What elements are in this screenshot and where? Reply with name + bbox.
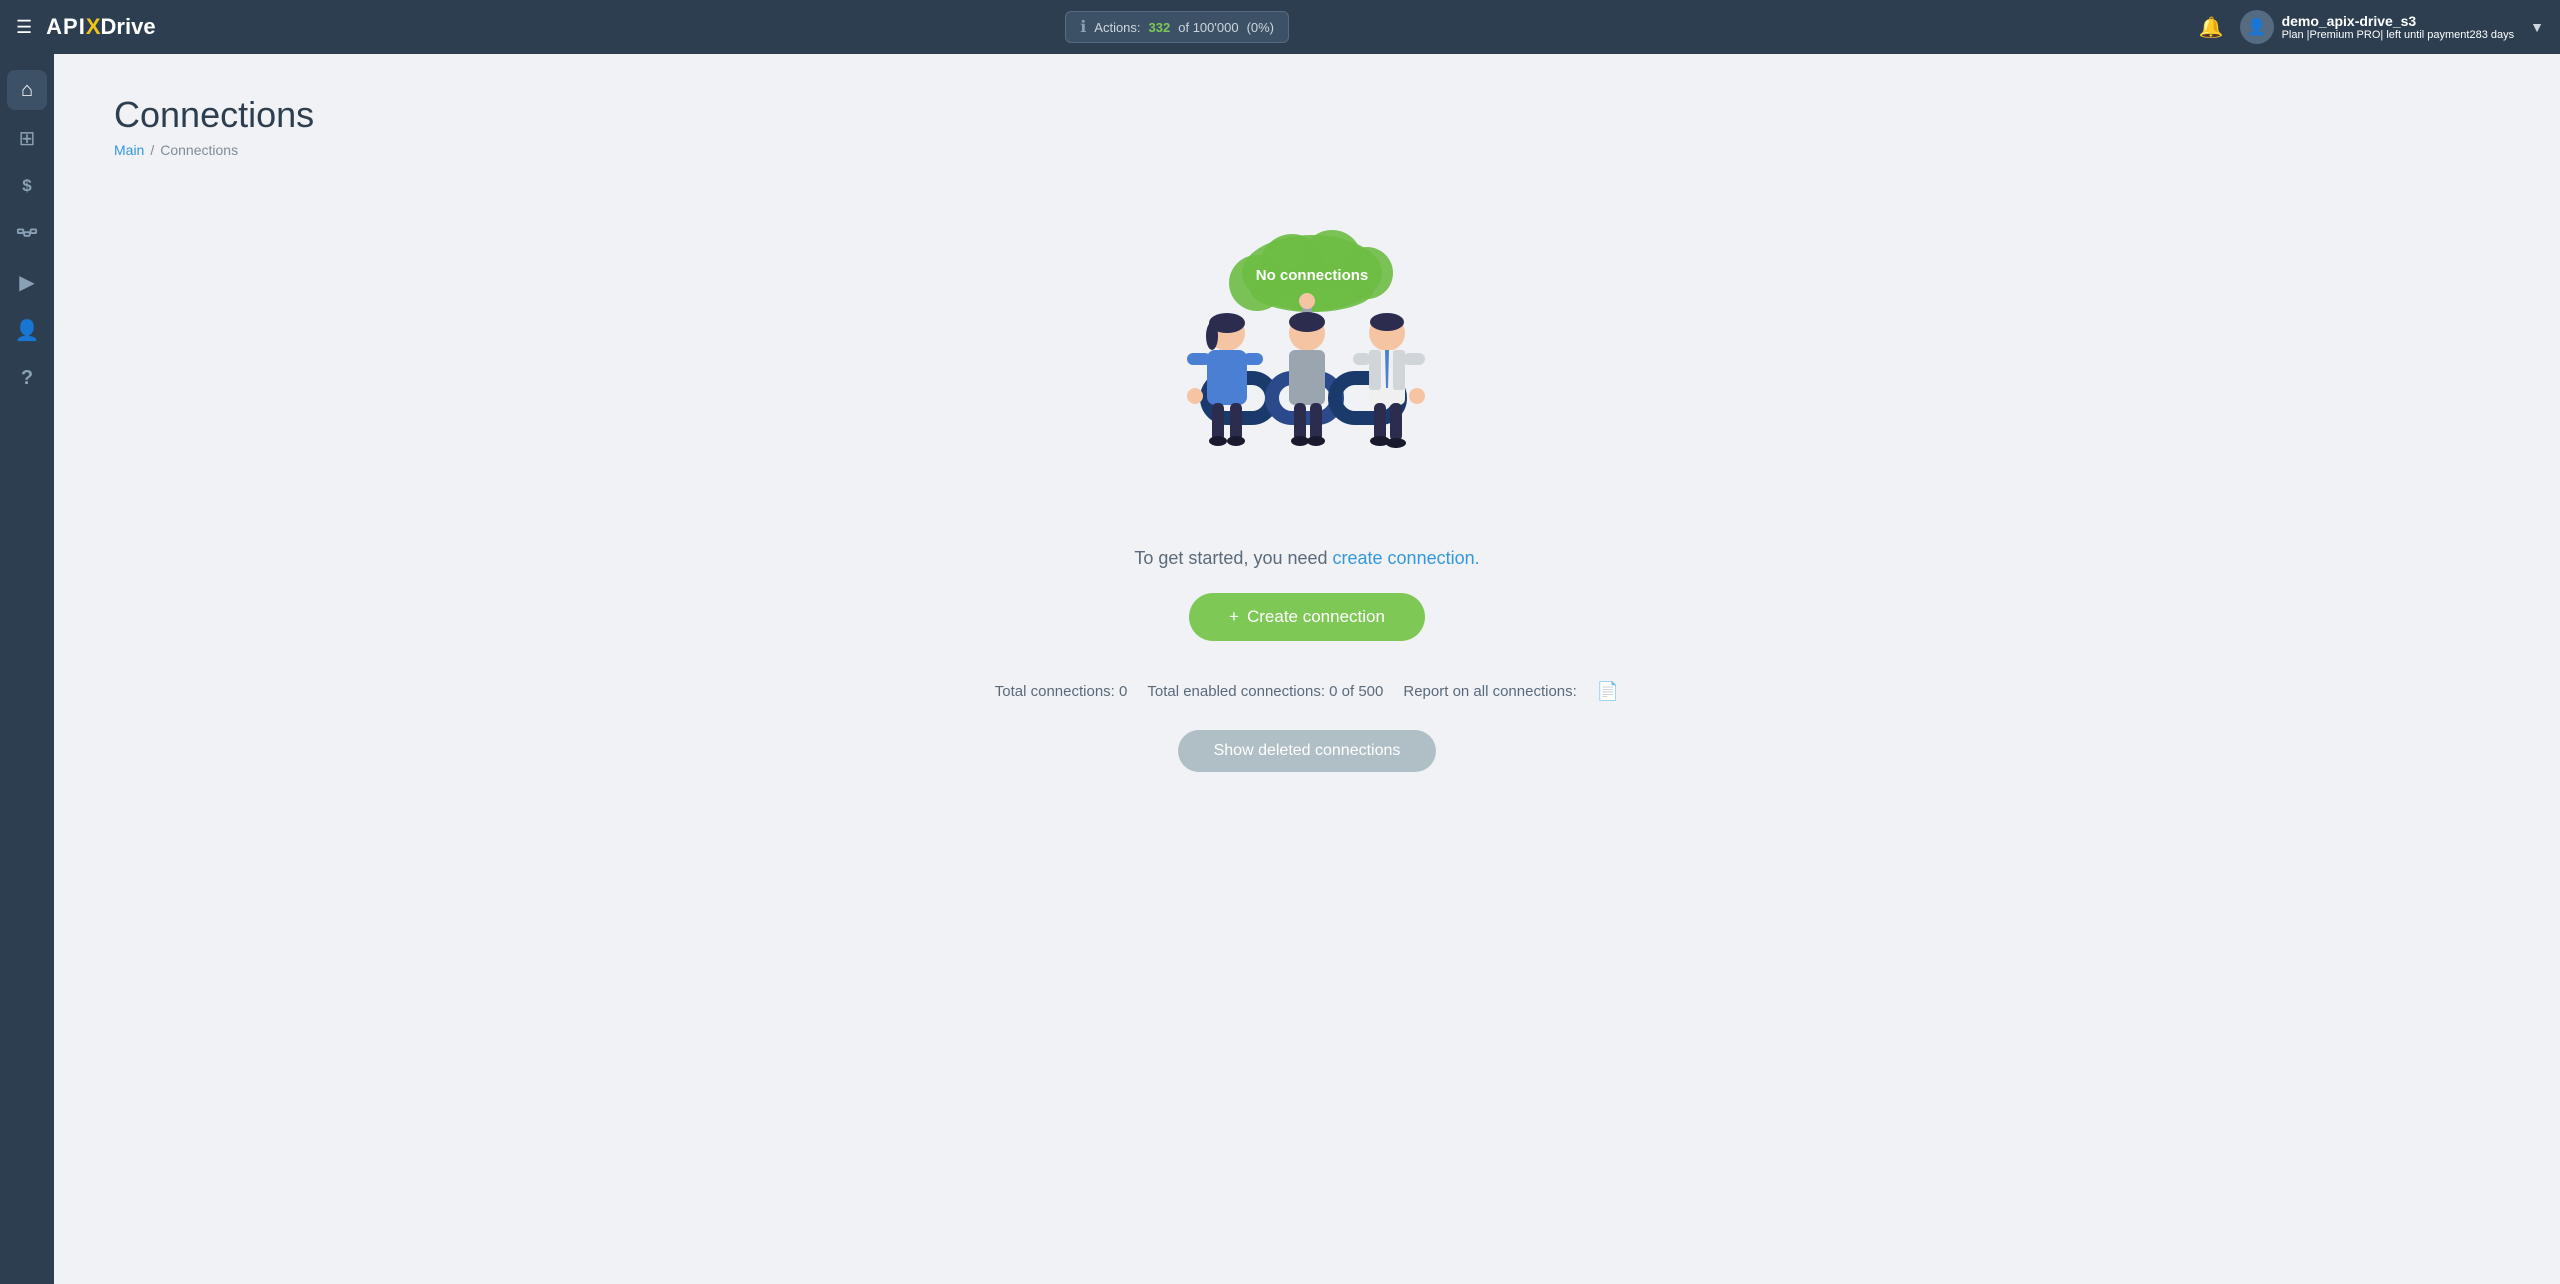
sidebar-item-billing[interactable]: $ (7, 166, 47, 206)
info-icon: ℹ (1080, 17, 1086, 37)
sidebar: ⌂ ⊞ $ ▶ 👤 ? (0, 54, 54, 1284)
logo-api-text: API (46, 14, 86, 40)
user-plan: Plan |Premium PRO| left until payment283… (2282, 29, 2515, 41)
cta-link[interactable]: create connection. (1333, 548, 1480, 568)
sidebar-item-profile[interactable]: 👤 (7, 310, 47, 350)
sidebar-item-connections[interactable] (7, 214, 47, 254)
user-name: demo_apix-drive_s3 (2282, 13, 2515, 29)
header-left: ☰ APIXDrive (16, 14, 156, 40)
sidebar-item-home[interactable]: ⌂ (7, 70, 47, 110)
page-title: Connections (114, 94, 2500, 136)
sidebar-item-grid[interactable]: ⊞ (7, 118, 47, 158)
sidebar-item-video[interactable]: ▶ (7, 262, 47, 302)
illustration: No connections (1117, 218, 1497, 518)
user-info: demo_apix-drive_s3 Plan |Premium PRO| le… (2282, 13, 2515, 41)
breadcrumb-main-link[interactable]: Main (114, 142, 144, 158)
logo: APIXDrive (46, 14, 155, 40)
cta-text: To get started, you need create connecti… (1134, 548, 1479, 569)
center-area: No connections (114, 198, 2500, 792)
breadcrumb: Main / Connections (114, 142, 2500, 158)
logo-drive-text: Drive (101, 14, 156, 40)
logo-x-text: X (86, 14, 101, 40)
breadcrumb-separator: / (150, 142, 154, 158)
total-connections-stat: Total connections: 0 (995, 683, 1128, 700)
actions-count: 332 (1149, 20, 1171, 35)
report-icon[interactable]: 📄 (1597, 681, 1619, 702)
header-right: 🔔 👤 demo_apix-drive_s3 Plan |Premium PRO… (2199, 10, 2544, 44)
header: ☰ APIXDrive ℹ Actions: 332 of 100'000 (0… (0, 0, 2560, 54)
hamburger-icon[interactable]: ☰ (16, 17, 32, 38)
svg-text:No connections: No connections (1256, 267, 1369, 284)
layout: ⌂ ⊞ $ ▶ 👤 ? Connections Main / Connectio… (0, 54, 2560, 1284)
create-connection-button[interactable]: + Create connection (1189, 593, 1425, 641)
sidebar-item-help[interactable]: ? (7, 358, 47, 398)
avatar: 👤 (2240, 10, 2274, 44)
show-deleted-button[interactable]: Show deleted connections (1178, 730, 1437, 772)
main-content: Connections Main / Connections (54, 54, 2560, 1284)
create-button-label: Create connection (1247, 607, 1385, 627)
actions-pct: (0%) (1247, 20, 1274, 35)
total-enabled-stat: Total enabled connections: 0 of 500 (1147, 683, 1383, 700)
actions-total: of 100'000 (1178, 20, 1238, 35)
dropdown-arrow-icon[interactable]: ▼ (2530, 19, 2544, 35)
create-button-icon: + (1229, 607, 1239, 627)
header-center: ℹ Actions: 332 of 100'000 (0%) (156, 11, 2199, 43)
actions-label: Actions: (1094, 20, 1140, 35)
user-section[interactable]: 👤 demo_apix-drive_s3 Plan |Premium PRO| … (2240, 10, 2515, 44)
breadcrumb-current: Connections (160, 142, 238, 158)
report-label: Report on all connections: (1403, 683, 1576, 700)
bell-icon[interactable]: 🔔 (2199, 15, 2224, 40)
actions-badge: ℹ Actions: 332 of 100'000 (0%) (1065, 11, 1289, 43)
stats-bar: Total connections: 0 Total enabled conne… (995, 681, 1619, 702)
